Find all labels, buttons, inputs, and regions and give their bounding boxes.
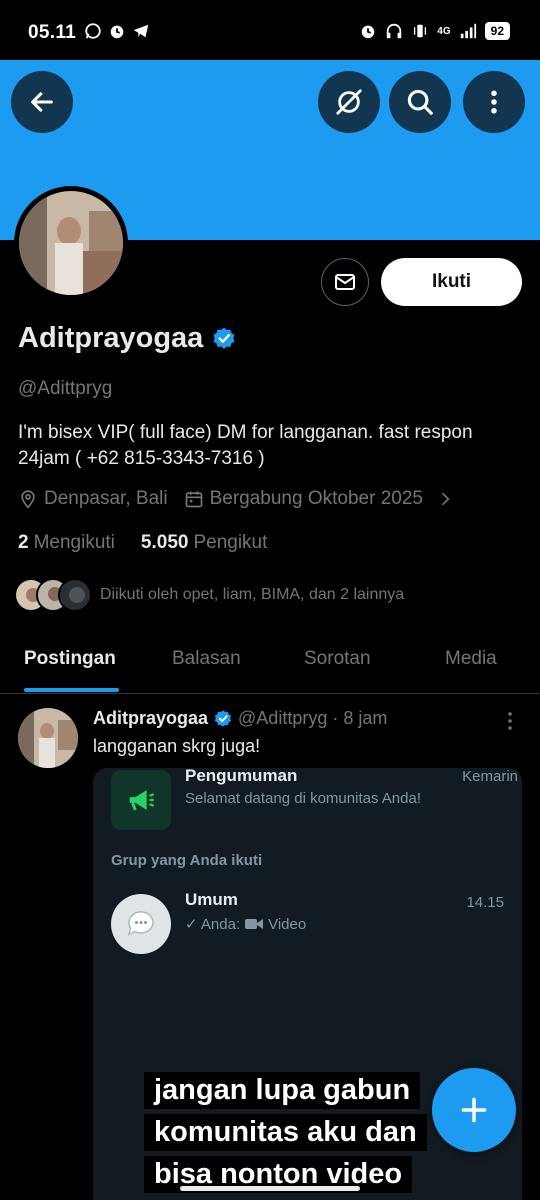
chevron-right-icon[interactable] [435,489,455,509]
announcement-subtitle: Selamat datang di komunitas Anda! [185,790,421,807]
profile-stats: 2 Mengikuti 5.050 Pengikut [18,532,267,554]
announcement-icon-box [111,770,171,830]
back-button[interactable] [11,71,73,133]
post-text: langganan skrg juga! [93,736,261,756]
plus-icon [461,1097,487,1123]
group-time: 14.15 [466,894,504,911]
follow-button[interactable]: Ikuti [381,258,522,306]
tab-replies[interactable]: Balasan [172,648,241,670]
calendar-icon [185,491,202,508]
alarm-icon [110,25,124,39]
message-button[interactable] [321,258,369,306]
whatsapp-icon [85,23,101,39]
envelope-icon [335,274,355,290]
arrow-left-icon [31,92,53,112]
followers-stat[interactable]: 5.050 Pengikut [141,532,268,554]
location-pin-icon [21,490,35,509]
bio-line: I'm bisex VIP( full face) DM for langgan… [18,422,473,443]
status-bar: 05.11 4G 92 [0,0,540,60]
tab-highlights[interactable]: Sorotan [304,648,371,670]
search-icon [407,89,433,115]
following-count: 2 [18,532,29,553]
following-stat[interactable]: 2 Mengikuti [18,532,115,554]
alarm-icon [361,25,375,39]
group-last-message: ✓ Anda: Video [185,915,307,934]
telegram-icon [133,24,149,38]
avatar-photo [19,191,123,295]
active-tab-indicator [24,688,119,692]
search-button[interactable] [389,71,451,133]
group-title: Umum [185,890,238,909]
followers-count: 5.050 [140,532,189,553]
following-label: Mengikuti [33,532,115,553]
group-sender: ✓ Anda: [185,916,241,933]
video-camera-icon [245,919,264,929]
battery-indicator: 92 [484,22,510,40]
profile-meta: Denpasar, Bali Bergabung Oktober 2025 [18,488,455,510]
caption-line: jangan lupa gabun [144,1072,421,1109]
signal-icon [460,23,476,39]
grok-button[interactable] [318,71,380,133]
caption-line: komunitas aku dan [144,1114,427,1151]
verified-badge-icon [214,709,232,727]
profile-bio: I'm bisex VIP( full face) DM for langgan… [18,420,518,472]
chat-bubble-icon [127,911,154,936]
profile-handle: @Adittpryg [18,378,113,399]
profile-location: Denpasar, Bali [44,488,168,509]
home-indicator[interactable] [180,1186,360,1191]
followed-by-row[interactable]: Diikuti oleh opet, liam, BIMA, dan 2 lai… [14,578,404,612]
group-avatar [111,894,171,954]
profile-tabs: Postingan Balasan Sorotan Media [0,632,540,694]
tab-media[interactable]: Media [445,648,497,670]
announcement-time: Kemarin [462,768,518,785]
tab-posts[interactable]: Postingan [24,648,116,670]
post-author-handle: @Adittpryg [238,708,328,728]
grok-icon [336,89,362,115]
followers-label: Pengikut [193,532,268,553]
more-options-button[interactable] [463,71,525,133]
verified-badge-icon[interactable] [211,326,237,352]
group-message-type: Video [268,915,307,933]
post-time: · 8 jam [332,708,388,728]
vibrate-icon [414,24,427,38]
avatar [58,578,92,612]
more-vertical-icon [491,90,497,114]
display-name: Aditprayogaa [18,322,204,354]
profile-name-row: Aditprayogaa [18,322,237,355]
announcement-title: Pengumuman [185,768,298,785]
profile-avatar[interactable] [14,186,128,300]
followed-by-text: Diikuti oleh opet, liam, BIMA, dan 2 lai… [100,586,405,603]
bio-line: 24jam ( +62 815-3343-7316 ) [18,448,265,469]
post-header: Aditprayogaa @Adittpryg · 8 jam [93,708,387,729]
groups-heading: Grup yang Anda ikuti [111,852,263,869]
status-time: 05.11 [28,22,76,43]
post-author-name[interactable]: Aditprayogaa [93,708,208,729]
post-more-icon[interactable] [502,710,518,732]
headset-icon [387,23,402,39]
megaphone-icon [129,790,155,811]
network-label: 4G [437,25,451,37]
profile-joined: Bergabung Oktober 2025 [209,488,423,509]
compose-post-button[interactable] [432,1068,516,1152]
post-avatar[interactable] [18,708,78,768]
